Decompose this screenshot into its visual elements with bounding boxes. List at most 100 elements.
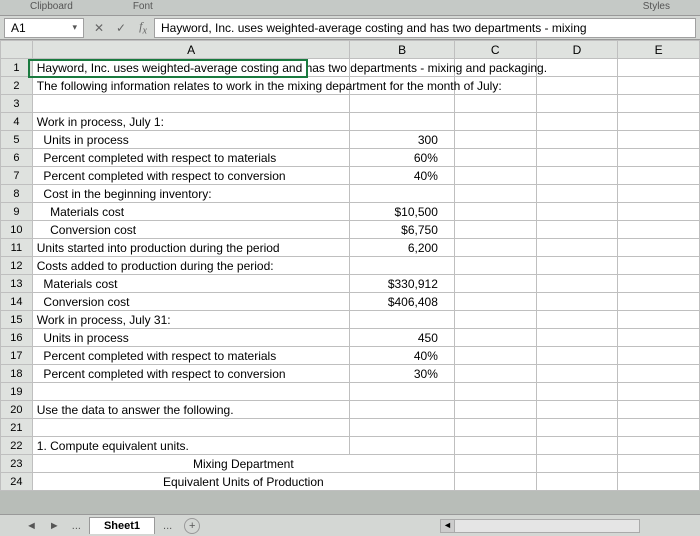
cell[interactable]: Work in process, July 31: (32, 311, 350, 329)
cell[interactable] (454, 293, 536, 311)
cell[interactable] (454, 131, 536, 149)
cancel-icon[interactable]: ✕ (88, 21, 110, 35)
cell[interactable]: 40% (350, 347, 454, 365)
cell[interactable] (618, 131, 700, 149)
cell[interactable]: $6,750 (350, 221, 454, 239)
cell[interactable] (454, 419, 536, 437)
cell[interactable]: 300 (350, 131, 454, 149)
cell[interactable] (536, 149, 618, 167)
row-header[interactable]: 2 (1, 77, 33, 95)
cell[interactable]: Units in process (32, 329, 350, 347)
cell[interactable] (350, 185, 454, 203)
cell[interactable] (536, 257, 618, 275)
formula-input[interactable]: Hayword, Inc. uses weighted-average cost… (154, 18, 696, 38)
cell[interactable] (536, 113, 618, 131)
cell[interactable] (454, 401, 536, 419)
cell[interactable] (618, 95, 700, 113)
cell[interactable] (536, 275, 618, 293)
cell[interactable] (618, 113, 700, 131)
cell[interactable] (536, 347, 618, 365)
cell[interactable] (536, 383, 618, 401)
cell[interactable] (454, 383, 536, 401)
cell[interactable] (536, 239, 618, 257)
row-header[interactable]: 18 (1, 365, 33, 383)
row-header[interactable]: 15 (1, 311, 33, 329)
cell[interactable] (536, 77, 618, 95)
row-header[interactable]: 1 (1, 59, 33, 77)
cell[interactable] (350, 437, 454, 455)
cell[interactable] (536, 473, 618, 491)
cell[interactable] (536, 329, 618, 347)
cell[interactable] (618, 347, 700, 365)
cell[interactable]: 1. Compute equivalent units. (32, 437, 350, 455)
sheet-tab[interactable]: Sheet1 (89, 517, 155, 534)
cell[interactable]: $10,500 (350, 203, 454, 221)
cell[interactable] (350, 257, 454, 275)
row-header[interactable]: 9 (1, 203, 33, 221)
cell[interactable] (618, 239, 700, 257)
cell[interactable] (618, 59, 700, 77)
column-header[interactable]: C (454, 41, 536, 59)
cell[interactable] (454, 257, 536, 275)
spreadsheet-grid[interactable]: ABCDE 1Hayword, Inc. uses weighted-avera… (0, 40, 700, 491)
cell[interactable] (618, 329, 700, 347)
row-header[interactable]: 22 (1, 437, 33, 455)
column-headers[interactable]: ABCDE (1, 41, 700, 59)
cell[interactable] (618, 149, 700, 167)
cell[interactable]: 60% (350, 149, 454, 167)
cell[interactable] (618, 383, 700, 401)
scroll-left-icon[interactable]: ◄ (441, 520, 455, 532)
cell[interactable] (350, 311, 454, 329)
cell[interactable]: Units in process (32, 131, 350, 149)
row-header[interactable]: 14 (1, 293, 33, 311)
row-header[interactable]: 4 (1, 113, 33, 131)
cell[interactable] (350, 95, 454, 113)
cell[interactable] (618, 221, 700, 239)
cell[interactable] (536, 131, 618, 149)
cell[interactable]: $330,912 (350, 275, 454, 293)
row-header[interactable]: 12 (1, 257, 33, 275)
cell[interactable]: Cost in the beginning inventory: (32, 185, 350, 203)
cell[interactable] (454, 329, 536, 347)
cell[interactable] (536, 59, 618, 77)
column-header[interactable]: A (32, 41, 350, 59)
cell[interactable] (350, 401, 454, 419)
cell[interactable] (536, 401, 618, 419)
cell[interactable] (618, 365, 700, 383)
cell[interactable] (454, 113, 536, 131)
row-header[interactable]: 7 (1, 167, 33, 185)
cell[interactable] (536, 311, 618, 329)
row-header[interactable]: 11 (1, 239, 33, 257)
row-header[interactable]: 8 (1, 185, 33, 203)
cell[interactable]: Percent completed with respect to materi… (32, 149, 350, 167)
cell[interactable] (618, 437, 700, 455)
cell[interactable] (618, 419, 700, 437)
row-header[interactable]: 24 (1, 473, 33, 491)
cell[interactable] (350, 383, 454, 401)
cell[interactable] (618, 203, 700, 221)
cell[interactable]: Materials cost (32, 203, 350, 221)
horizontal-scrollbar[interactable]: ◄ (440, 519, 640, 533)
column-header[interactable]: E (618, 41, 700, 59)
row-header[interactable]: 5 (1, 131, 33, 149)
cell[interactable] (454, 455, 536, 473)
cell[interactable]: Hayword, Inc. uses weighted-average cost… (32, 59, 350, 77)
row-header[interactable]: 20 (1, 401, 33, 419)
cell[interactable]: Percent completed with respect to conver… (32, 167, 350, 185)
cell[interactable]: Conversion cost (32, 293, 350, 311)
cell[interactable] (618, 311, 700, 329)
cell[interactable]: Percent completed with respect to conver… (32, 365, 350, 383)
row-header[interactable]: 19 (1, 383, 33, 401)
cell[interactable] (618, 257, 700, 275)
cell[interactable] (536, 95, 618, 113)
cell[interactable] (536, 293, 618, 311)
row-header[interactable]: 3 (1, 95, 33, 113)
cell[interactable]: Equivalent Units of Production (32, 473, 454, 491)
cell[interactable] (454, 221, 536, 239)
select-all-cell[interactable] (1, 41, 33, 59)
cell[interactable] (618, 185, 700, 203)
cell[interactable]: $406,408 (350, 293, 454, 311)
cell[interactable]: Materials cost (32, 275, 350, 293)
row-header[interactable]: 23 (1, 455, 33, 473)
cell[interactable]: Use the data to answer the following. (32, 401, 350, 419)
